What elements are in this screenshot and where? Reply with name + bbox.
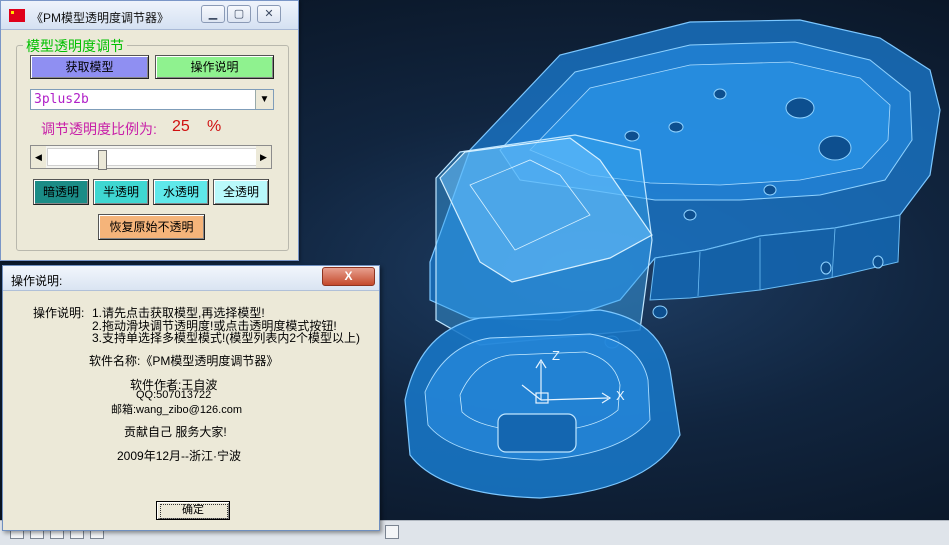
- tool-titlebar[interactable]: 《PM模型透明度调节器》 ▁ ▢ ✕: [1, 1, 298, 30]
- slider-left-arrow-icon[interactable]: ◀: [31, 146, 46, 168]
- close-button[interactable]: ✕: [257, 5, 281, 23]
- china-flag-icon: [9, 9, 25, 22]
- dialog-titlebar[interactable]: 操作说明: X: [3, 266, 379, 291]
- ratio-unit: %: [207, 118, 222, 135]
- transparency-slider[interactable]: ◀ ▶: [30, 145, 272, 170]
- axis-label-z: Z: [552, 348, 560, 363]
- base-slot: [497, 413, 577, 453]
- email: 邮箱:wang_zibo@126.com: [111, 404, 243, 416]
- transparency-tool-window: 《PM模型透明度调节器》 ▁ ▢ ✕ 模型透明度调节 获取模型 操作说明 3pl…: [0, 0, 299, 261]
- slider-thumb[interactable]: [98, 150, 107, 170]
- software-name: 软件名称:《PM模型透明度调节器》: [89, 354, 279, 368]
- dark-transparent-button[interactable]: 暗透明: [33, 179, 89, 205]
- qq-number: QQ:507013722: [136, 389, 212, 401]
- restore-opaque-button[interactable]: 恢复原始不透明: [98, 214, 205, 240]
- help-button[interactable]: 操作说明: [155, 55, 274, 79]
- maximize-button[interactable]: ▢: [227, 5, 251, 23]
- toolbar-icon[interactable]: [385, 525, 399, 539]
- instruction-step: 3.支持单选择多模型模式!(模型列表内2个模型以上): [92, 331, 361, 345]
- focus-rect: [160, 504, 228, 519]
- water-transparent-button[interactable]: 水透明: [153, 179, 209, 205]
- slider-track[interactable]: [47, 148, 257, 170]
- dialog-close-button[interactable]: X: [322, 267, 375, 286]
- group-title: 模型透明度调节: [23, 36, 127, 56]
- ratio-value: 25: [172, 118, 190, 135]
- instructions-label: 操作说明:: [33, 306, 85, 320]
- model-select-value: 3plus2b: [34, 92, 89, 107]
- ratio-label: 调节透明度比例为:: [41, 121, 157, 137]
- slider-right-arrow-icon[interactable]: ▶: [256, 146, 271, 168]
- instructions-dialog: 操作说明: X 操作说明: 1.请先点击获取模型,再选择模型! 2.拖动滑块调节…: [2, 265, 380, 531]
- ok-button[interactable]: 确定: [156, 501, 230, 520]
- axis-label-x: X: [616, 388, 625, 403]
- model-select[interactable]: 3plus2b ▼: [30, 89, 274, 110]
- dialog-title: 操作说明:: [11, 274, 63, 288]
- get-model-button[interactable]: 获取模型: [30, 55, 149, 79]
- motto: 贡献自己 服务大家!: [124, 425, 227, 439]
- tool-window-title: 《PM模型透明度调节器》: [31, 11, 170, 25]
- semi-transparent-button[interactable]: 半透明: [93, 179, 149, 205]
- dropdown-arrow-icon[interactable]: ▼: [255, 90, 273, 109]
- minimize-button[interactable]: ▁: [201, 5, 225, 23]
- full-transparent-button[interactable]: 全透明: [213, 179, 269, 205]
- date-place: 2009年12月--浙江·宁波: [117, 449, 242, 463]
